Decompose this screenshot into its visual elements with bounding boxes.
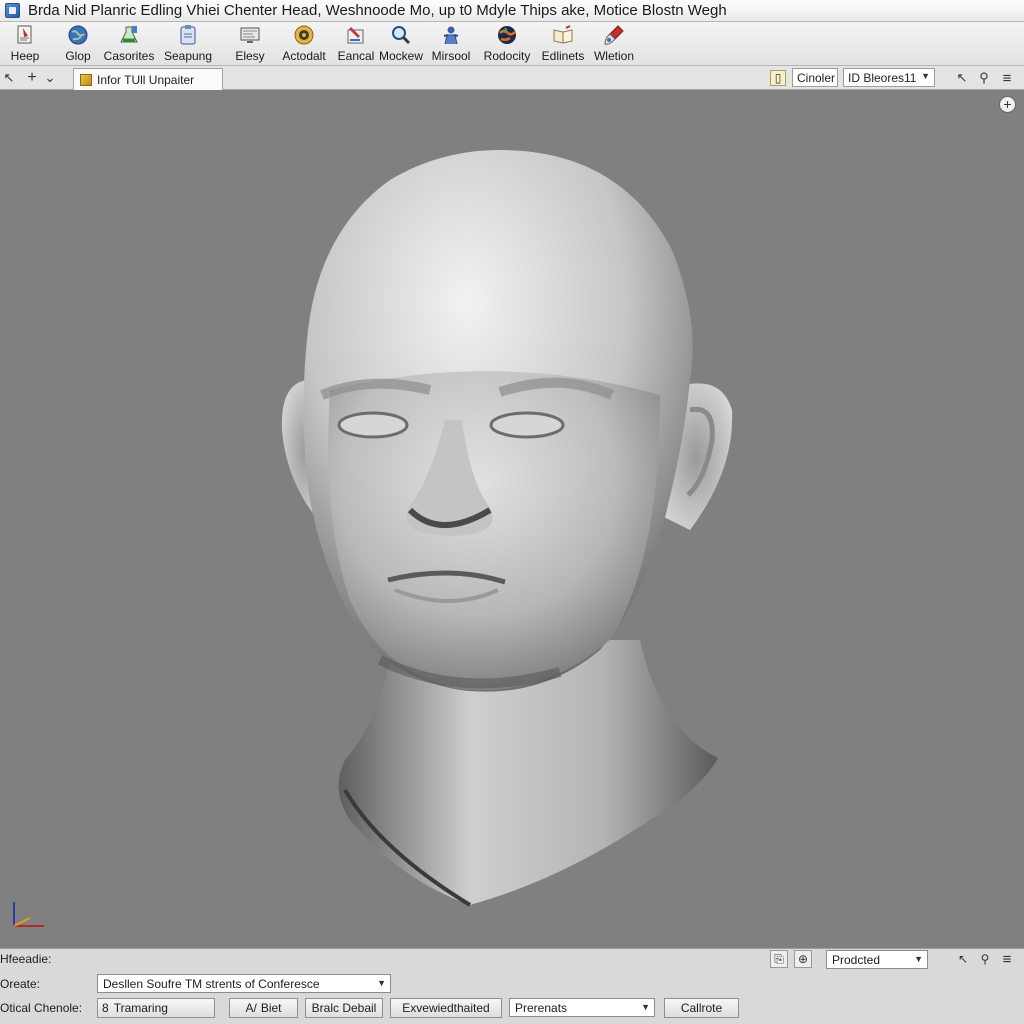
exvewiedthaited-button[interactable]: Exvewiedthaited	[390, 998, 502, 1018]
toolbar-item-casorites[interactable]: Casorites	[104, 24, 154, 64]
prerenats-select[interactable]: Prerenats ▼	[509, 998, 655, 1017]
flask-icon	[120, 26, 138, 43]
chevron-down-icon[interactable]: ⌄	[44, 69, 56, 87]
3d-viewport[interactable]: +	[0, 90, 1024, 948]
gold-coin-icon	[294, 25, 314, 45]
create-select[interactable]: Desllen Soufre TM strents of Conferesce …	[97, 974, 391, 993]
mode-select-value: Prodcted	[832, 952, 881, 967]
monitor-icon	[240, 27, 260, 43]
callrote-label: Callrote	[680, 1001, 723, 1015]
toolbar-label: Wletion	[593, 49, 634, 63]
cinoler-field[interactable]: Cinoler	[792, 68, 838, 87]
axis-gizmo-icon	[13, 902, 44, 927]
globe-icon	[68, 25, 88, 45]
tramaring-icon: 8	[102, 1001, 109, 1015]
app-window: Brda Nid Planric Edling Vhiei Chenter He…	[0, 0, 1024, 1024]
app-icon	[5, 3, 20, 18]
toolbar-item-actodalt[interactable]: Actodalt	[281, 24, 327, 64]
mode-select[interactable]: Prodcted ▼	[826, 950, 928, 969]
create-label: Oreate:	[0, 977, 41, 991]
wrench-icon[interactable]: ⚲	[976, 950, 994, 968]
toolbar-item-mockew[interactable]: Mockew	[378, 24, 424, 64]
add-icon[interactable]: +	[24, 69, 40, 87]
create-select-value: Desllen Soufre TM strents of Conferesce	[103, 976, 320, 991]
toolbar-item-rodocity[interactable]: Rodocity	[480, 24, 534, 64]
dropdown-arrow-icon: ▼	[921, 71, 930, 81]
toolbar-item-seapung[interactable]: Seapung	[163, 24, 213, 64]
cinoler-label: Cinoler	[797, 70, 836, 85]
dropdown-arrow-icon: ▼	[377, 978, 386, 988]
object-dropdown-value: ID Bleores11	[848, 70, 917, 85]
toolbar-item-wletion[interactable]: Wletion	[592, 24, 636, 64]
object-dropdown[interactable]: ID Bleores11 ▼	[843, 68, 935, 87]
folder-icon[interactable]: ▯	[770, 70, 786, 86]
prerenats-select-value: Prerenats	[515, 1000, 568, 1015]
toolbar-label: Eancal	[337, 49, 375, 63]
toolbar-item-elesy[interactable]: Elesy	[230, 24, 270, 64]
bralc-debail-label: Bralc Debail	[311, 1001, 377, 1015]
cursor-icon[interactable]: ↖	[954, 950, 972, 968]
toolbar-item-eancal[interactable]: Eancal	[337, 24, 375, 64]
head-model	[281, 150, 733, 907]
toolbar-item-mirsool[interactable]: Mirsool	[429, 24, 473, 64]
search-icon[interactable]: ⊕	[794, 950, 812, 968]
toolbar-label: Actodalt	[282, 49, 326, 63]
tramaring-label: Tramaring	[113, 1001, 168, 1015]
toolbar-item-edlinets[interactable]: Edlinets	[540, 24, 586, 64]
tab-document-icon	[80, 73, 92, 86]
toolbar-label: Heep	[10, 49, 40, 63]
viewport-add-icon[interactable]: +	[999, 96, 1016, 113]
copy-icon[interactable]: ⎘	[770, 950, 788, 968]
clipboard-icon	[180, 25, 196, 45]
help-document-icon	[17, 25, 32, 44]
toolbar-label: Mirsool	[431, 49, 471, 63]
brush-icon	[604, 25, 624, 45]
dropdown-arrow-icon: ▼	[641, 1002, 650, 1012]
biet-label: Biet	[260, 1001, 282, 1015]
toolbar-item-heep[interactable]: Heep	[10, 24, 40, 64]
biet-icon: A/	[245, 1001, 257, 1015]
menu-icon[interactable]: ≡	[998, 69, 1016, 87]
person-icon	[443, 26, 459, 45]
dropdown-arrow-icon: ▼	[914, 954, 923, 964]
wrench-icon[interactable]: ⚲	[976, 69, 992, 87]
panel-header-label: Hfeeadie:	[0, 952, 52, 966]
toolbar-label: Mockew	[378, 49, 423, 63]
pen-chart-icon	[347, 27, 364, 44]
window-title: Brda Nid Planric Edling Vhiei Chenter He…	[28, 2, 727, 19]
secondary-toolbar: ↖ + ⌄ Infor TUll Unpaiter ▯ Cinoler ID B…	[0, 66, 1024, 90]
menu-icon[interactable]: ≡	[998, 950, 1016, 968]
tramaring-button[interactable]: 8 Tramaring	[97, 998, 215, 1018]
toolbar-label: Casorites	[103, 49, 155, 63]
properties-panel: Hfeeadie: ⎘ ⊕ Prodcted ▼ ↖ ⚲ ≡ Oreate: D…	[0, 948, 1024, 1024]
select-arrow-icon[interactable]: ↖	[2, 69, 16, 87]
tab-label: Infor TUll Unpaiter	[97, 72, 195, 87]
callrote-button[interactable]: Callrote	[664, 998, 739, 1018]
toolbar-label: Edlinets	[541, 49, 585, 63]
planet-icon	[498, 26, 516, 44]
toolbar-label: Elesy	[235, 49, 265, 63]
main-toolbar: Heep Glop Casorites Seapung Elesy Actoda…	[0, 22, 1024, 66]
tab-infor-tull-unpaiter[interactable]: Infor TUll Unpaiter	[73, 68, 223, 90]
cursor-icon[interactable]: ↖	[955, 69, 969, 87]
exvewiedthaited-label: Exvewiedthaited	[402, 1001, 490, 1015]
title-bar: Brda Nid Planric Edling Vhiei Chenter He…	[0, 0, 1024, 22]
bralc-debail-button[interactable]: Bralc Debail	[305, 998, 383, 1018]
toolbar-label: Rodocity	[483, 49, 531, 63]
channel-label: Otical Chenole:	[0, 1001, 83, 1015]
magnifier-icon	[392, 26, 411, 45]
open-book-icon	[553, 25, 573, 44]
toolbar-label: Seapung	[163, 49, 213, 63]
toolbar-label: Glop	[65, 49, 91, 63]
biet-button[interactable]: A/ Biet	[229, 998, 298, 1018]
toolbar-item-glop[interactable]: Glop	[63, 24, 93, 64]
